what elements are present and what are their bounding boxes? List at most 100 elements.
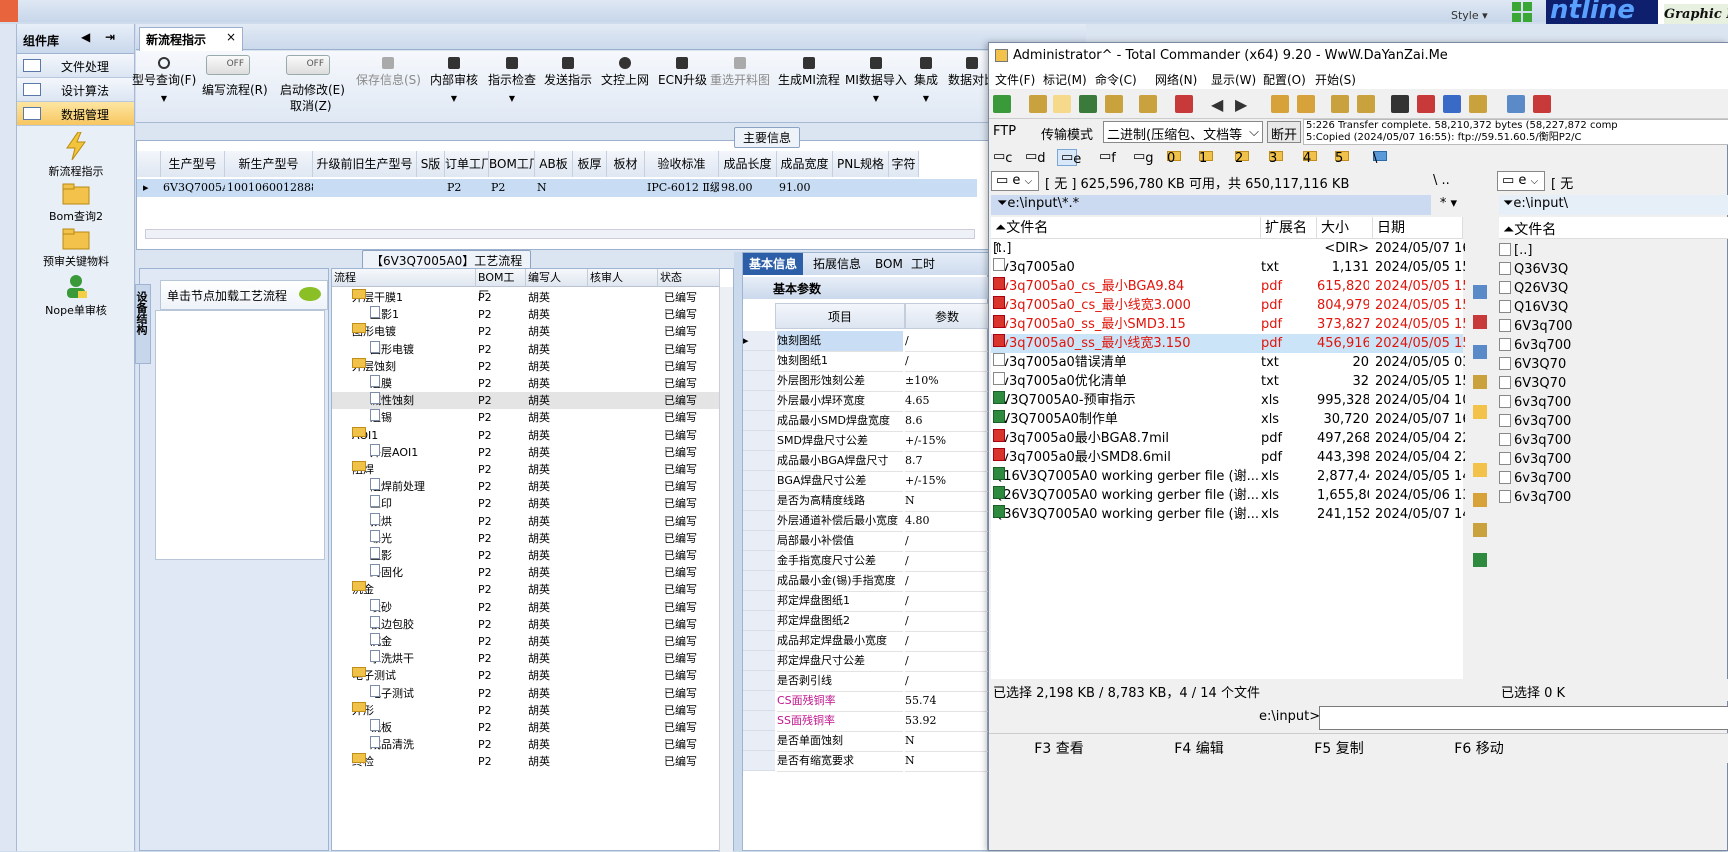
file-row[interactable]: 6v3q7005a0最小SMD8.6mil pdf 443,398 2024/05/0… [991,448,1465,467]
grid-header-cell[interactable]: 升级前旧生产型号 [313,151,417,177]
grid-header-cell[interactable]: 成品长度 [719,151,777,177]
param-row[interactable]: 外层最小焊环宽度 4.65 [743,391,989,412]
transfer-mode-select[interactable]: 二进制(压缩包、文档等 ⌵ [1103,121,1263,143]
tree-row[interactable]: 沉金 P2 胡英 已编写 [332,633,720,650]
tree-row[interactable]: 碱性蚀刻 P2 胡英 已编写 [332,392,720,410]
tree-row[interactable]: 终固化 P2 胡英 已编写 [332,564,720,581]
right-file-row[interactable]: 6v3q700 [1499,488,1728,507]
nope-review-item[interactable]: Nope单审核 [17,273,135,318]
param-row[interactable]: 成品最小SMD焊盘宽度 8.6 [743,411,989,432]
side-button-icon[interactable] [1473,315,1487,329]
file-row[interactable]: 6v3q7005a0 txt 1,131 2024/05/05 15: [991,258,1465,277]
generate-mi-button[interactable]: 生成MI流程 [778,57,840,88]
col-date[interactable]: 日期 [1373,217,1463,239]
nav-data-management[interactable]: 数据管理 [17,102,134,126]
right-file-row[interactable]: Q36V3Q [1499,260,1728,279]
full-view-icon[interactable] [1053,95,1071,113]
prereview-material-item[interactable]: 预审关键物料 [17,228,135,269]
close-icon[interactable]: × [226,30,236,44]
tree-row[interactable]: 电子测试 P2 胡英 已编写 [332,684,720,702]
grid-header-cell[interactable]: 生产型号 [161,151,225,177]
disconnect-button[interactable]: 断开 [1267,121,1301,143]
tree-col-header[interactable]: 编写人 [526,269,588,287]
right-file-row[interactable]: 6V3q700 [1499,317,1728,336]
tree-row[interactable]: 图形电镀 P2 胡英 已编写 [332,340,720,358]
tree-row[interactable]: 铣板 P2 胡英 已编写 [332,719,720,736]
tree-row[interactable]: 成品清洗 P2 胡英 已编写 [332,736,720,753]
tab-new-flow-instruction[interactable]: 新流程指示 × [139,27,243,51]
param-row[interactable]: 外层图形蚀刻公差 ±10% [743,371,989,392]
grid-header-cell[interactable]: 板厚 [573,151,607,177]
param-row[interactable]: 是否有缩宽要求 N [743,751,989,772]
edit-flow-toggle[interactable]: OFF [206,55,250,75]
param-row[interactable]: 金手指宽度尺寸公差 / [743,551,989,572]
tree-row[interactable]: 退锡 P2 胡英 已编写 [332,409,720,426]
file-row[interactable]: ⇑ [..] <DIR> 2024/05/07 16: [991,239,1465,258]
param-row[interactable]: 是否为高精度线路 N [743,491,989,512]
integrate-button[interactable]: 集成 ▼ [914,57,938,103]
tree-row[interactable]: 显影1 P2 胡英 已编写 [332,306,720,323]
tree-col-header[interactable]: 状态 [658,269,720,287]
right-file-row[interactable]: 6v3q700 [1499,393,1728,412]
drive-select[interactable]: ▭ e ⌵ [991,171,1039,191]
mi-import-button[interactable]: MI数据导入 ▼ [845,57,907,103]
doc-upload-button[interactable]: 文控上网 [601,57,649,88]
root-parent-buttons[interactable]: \ .. [1433,173,1450,188]
tree-row[interactable]: 外层干膜1 P2 胡英 已编写 [332,289,720,306]
notepad-icon[interactable] [1507,95,1525,113]
nav-design-algorithm[interactable]: 设计算法 [17,78,134,102]
current-path[interactable]: ⏷e:\input\*.* * ▾ [991,195,1457,215]
grid-header-cell[interactable]: 新生产型号 [225,151,313,177]
tree-row[interactable]: 电子测试 P2 胡英 已编写 [332,667,720,684]
app-corner-tab[interactable] [0,0,18,22]
grid-header-cell[interactable]: AB板 [535,151,573,177]
f3-view-button[interactable]: F3 查看 [989,738,1129,758]
tree-col-header[interactable]: BOM工厂 [476,269,526,302]
file-row[interactable]: 6v3q7005a0_ss_最小SMD3.15 pdf 373,827 2024/05… [991,315,1465,334]
side-button-icon[interactable] [1473,345,1487,359]
side-button-icon[interactable] [1473,523,1487,537]
file-row[interactable]: 6v3q7005a0优化清单 txt 32 2024/05/05 15: [991,372,1465,391]
right-file-row[interactable]: 6V3Q70 [1499,374,1728,393]
tree-row[interactable]: 喷砂 P2 胡英 已编写 [332,598,720,616]
tree-row[interactable]: 终检 P2 胡英 已编写 [332,753,720,770]
param-row[interactable]: 邦定焊盘尺寸公差 / [743,651,989,672]
drive-c[interactable]: ▭ c [993,149,1012,166]
drive-g[interactable]: ▭ g [1133,149,1154,166]
tab-basic-info[interactable]: 基本信息 [743,253,804,275]
tree-col-header[interactable]: 核审人 [588,269,658,287]
file-row[interactable]: 6v3q7005a0_cs_最小BGA9.84 pdf 615,820 2024/05… [991,277,1465,296]
forward-arrow-icon[interactable]: ▶ [1235,95,1253,114]
drive-f[interactable]: ▭ f [1099,149,1116,166]
file-row[interactable]: 6v3q7005a0错误清单 txt 20 2024/05/05 03: [991,353,1465,372]
tree-view-icon[interactable] [1105,95,1123,113]
right-col-filename[interactable]: ⏶文件名 [1499,217,1728,239]
param-row[interactable]: 蚀刻图纸1/ [743,351,989,372]
tree-row[interactable]: AOI1 P2 胡英 已编写 [332,426,720,444]
param-row[interactable]: SMD焊盘尺寸公差 +/-15% [743,431,989,452]
brief-view-icon[interactable] [1029,95,1047,113]
f5-copy-button[interactable]: F5 复制 [1269,738,1409,758]
file-row[interactable]: Q26V3Q7005A0 working gerber file (谢... xl… [991,486,1465,505]
param-row[interactable]: CS面残铜率 55.74 [743,691,989,712]
invert-selection-icon[interactable] [1139,95,1157,113]
menu-start[interactable]: 开始(S) [1315,71,1356,88]
multi-rename-icon[interactable] [1417,95,1435,113]
tree-row[interactable]: 预烘 P2 胡英 已编写 [332,512,720,530]
right-file-row[interactable]: 6v3q700 [1499,336,1728,355]
tree-row[interactable]: 外层蚀刻 P2 胡英 已编写 [332,357,720,375]
param-row[interactable]: SS面残铜率 53.92 [743,711,989,732]
bom-query2-item[interactable]: Bom查询2 [17,183,135,224]
right-file-row[interactable]: 6v3q700 [1499,469,1728,488]
col-filename[interactable]: ⏶文件名 [991,217,1261,239]
unpack-icon[interactable] [1297,95,1315,113]
paint-icon[interactable] [1533,95,1551,113]
internal-review-button[interactable]: 内部审核 ▼ [430,57,478,103]
col-header-item[interactable]: 项目 [775,303,905,329]
ftp-connect-icon[interactable] [1331,95,1349,113]
menu-view[interactable]: 显示(W) [1211,71,1256,88]
param-row[interactable]: 邦定焊盘图纸2/ [743,611,989,632]
grid-header-cell[interactable]: 订单工厂 [445,151,489,177]
right-file-row[interactable]: 6V3Q70 [1499,355,1728,374]
param-row[interactable]: 局部最小补偿值 / [743,531,989,552]
